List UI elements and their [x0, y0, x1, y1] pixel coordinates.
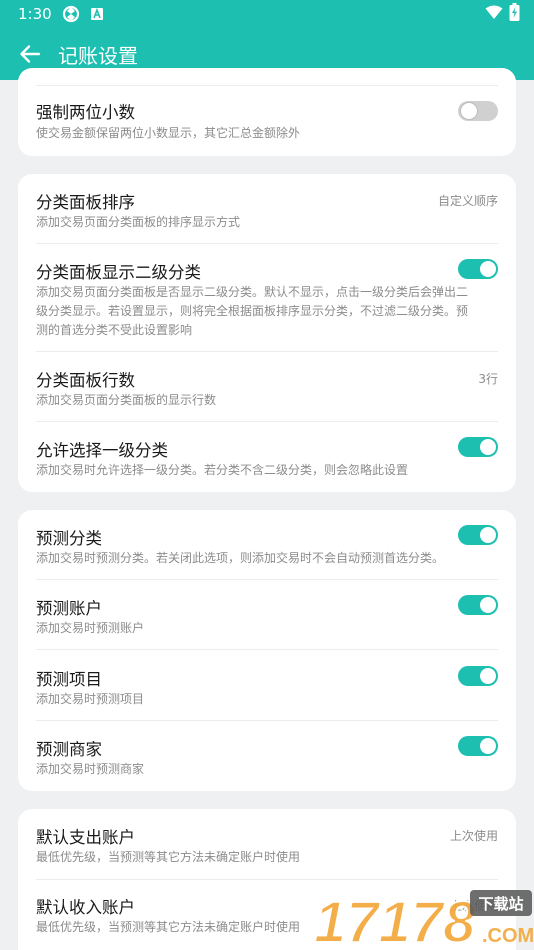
divider: [36, 879, 498, 880]
setting-predict-category[interactable]: 预测分类 添加交易时预测分类。若关闭此选项，则添加交易时不会自动预测首选分类。: [36, 524, 498, 576]
setting-force-two-decimals[interactable]: 强制两位小数 使交易金额保留两位小数显示，其它汇总金额除外: [36, 98, 498, 148]
setting-value: 上次使用: [449, 829, 498, 843]
toggle-switch[interactable]: [458, 666, 498, 686]
setting-description: 使交易金额保留两位小数显示，其它汇总金额除外: [36, 126, 301, 140]
svg-text:下载站: 下载站: [478, 895, 523, 913]
setting-predict-project[interactable]: 预测项目 添加交易时预测项目: [36, 665, 498, 717]
setting-title: 预测分类: [36, 529, 102, 548]
setting-predict-merchant[interactable]: 预测商家 添加交易时预测商家: [36, 735, 498, 787]
setting-value: 3行: [478, 372, 498, 386]
settings-card-precision: 强制两位小数 使交易金额保留两位小数显示，其它汇总金额除外: [18, 68, 516, 156]
divider: [36, 649, 498, 650]
toggle-knob: [480, 261, 496, 277]
watermark-logo: 17178 下载站 .COM: [312, 884, 534, 950]
divider: [36, 720, 498, 721]
setting-title: 默认收入账户: [36, 898, 135, 917]
toggle-knob: [480, 527, 496, 543]
svg-text:17178: 17178: [314, 890, 476, 950]
setting-description: 添加交易时预测项目: [36, 692, 145, 706]
toggle-knob: [480, 439, 496, 455]
divider: [36, 421, 498, 422]
setting-title: 强制两位小数: [36, 103, 135, 122]
setting-category-panel-rows[interactable]: 分类面板行数 添加交易页面分类面板的显示行数 3行: [36, 366, 498, 418]
setting-description: 添加交易时预测商家: [36, 762, 145, 776]
setting-title: 预测商家: [36, 740, 102, 759]
toggle-switch[interactable]: [458, 736, 498, 756]
setting-description-line: 添加交易页面分类面板是否显示二级分类。默认不显示，点击一级分类后会弹出二: [36, 285, 469, 299]
setting-value: 自定义顺序: [437, 194, 498, 208]
status-bar: 1:30: [0, 0, 534, 28]
toggle-switch[interactable]: [458, 259, 498, 279]
setting-description: 添加交易时预测账户: [36, 621, 145, 635]
setting-description: 添加交易时允许选择一级分类。若分类不含二级分类，则会忽略此设置: [36, 463, 409, 477]
setting-description: 添加交易页面分类面板的排序显示方式: [36, 215, 241, 229]
divider: [36, 243, 498, 244]
page-title: 记账设置: [58, 43, 138, 68]
a-badge-icon: [90, 7, 104, 21]
setting-predict-account[interactable]: 预测账户 添加交易时预测账户: [36, 594, 498, 646]
arrow-left-icon: [20, 45, 41, 63]
divider: [36, 85, 498, 86]
setting-title: 分类面板排序: [36, 193, 135, 212]
setting-description: 最低优先级，当预测等其它方法未确定账户时使用: [36, 850, 301, 864]
setting-title: 允许选择一级分类: [36, 441, 168, 460]
sync-icon: [62, 5, 80, 23]
toggle-switch[interactable]: [458, 595, 498, 615]
toggle-knob: [480, 738, 496, 754]
setting-title: 预测账户: [36, 599, 102, 618]
setting-title: 预测项目: [36, 670, 102, 689]
setting-description-line: 级分类显示。若设置显示，则将完全根据面板排序显示分类，不过滤二级分类。预: [36, 304, 469, 318]
status-time: 1:30: [18, 5, 52, 23]
settings-card-prediction: 预测分类 添加交易时预测分类。若关闭此选项，则添加交易时不会自动预测首选分类。 …: [18, 510, 516, 791]
wifi-icon: [485, 4, 503, 24]
setting-allow-primary-category[interactable]: 允许选择一级分类 添加交易时允许选择一级分类。若分类不含二级分类，则会忽略此设置: [36, 436, 498, 488]
toggle-knob: [460, 102, 478, 120]
divider: [36, 351, 498, 352]
settings-card-category-panel: 分类面板排序 添加交易页面分类面板的排序显示方式 自定义顺序 分类面板显示二级分…: [18, 174, 516, 492]
toggle-knob: [480, 597, 496, 613]
setting-default-expense-account[interactable]: 默认支出账户 最低优先级，当预测等其它方法未确定账户时使用 上次使用: [36, 823, 498, 875]
toggle-switch[interactable]: [458, 525, 498, 545]
setting-title: 默认支出账户: [36, 828, 135, 847]
setting-description-line: 测的首选分类不受此设置影响: [36, 323, 193, 337]
setting-show-secondary-category[interactable]: 分类面板显示二级分类 添加交易页面分类面板是否显示二级分类。默认不显示，点击一级…: [36, 258, 498, 348]
toggle-switch[interactable]: [458, 101, 498, 121]
setting-description: 添加交易页面分类面板的显示行数: [36, 393, 217, 407]
svg-text:.COM: .COM: [482, 925, 534, 947]
battery-charging-icon: [509, 3, 520, 25]
setting-category-panel-sort[interactable]: 分类面板排序 添加交易页面分类面板的排序显示方式 自定义顺序: [36, 188, 498, 240]
divider: [36, 579, 498, 580]
setting-title: 分类面板行数: [36, 371, 135, 390]
toggle-knob: [480, 668, 496, 684]
setting-description: 添加交易时预测分类。若关闭此选项，则添加交易时不会自动预测首选分类。: [36, 551, 445, 565]
toggle-switch[interactable]: [458, 437, 498, 457]
setting-title: 分类面板显示二级分类: [36, 263, 201, 282]
